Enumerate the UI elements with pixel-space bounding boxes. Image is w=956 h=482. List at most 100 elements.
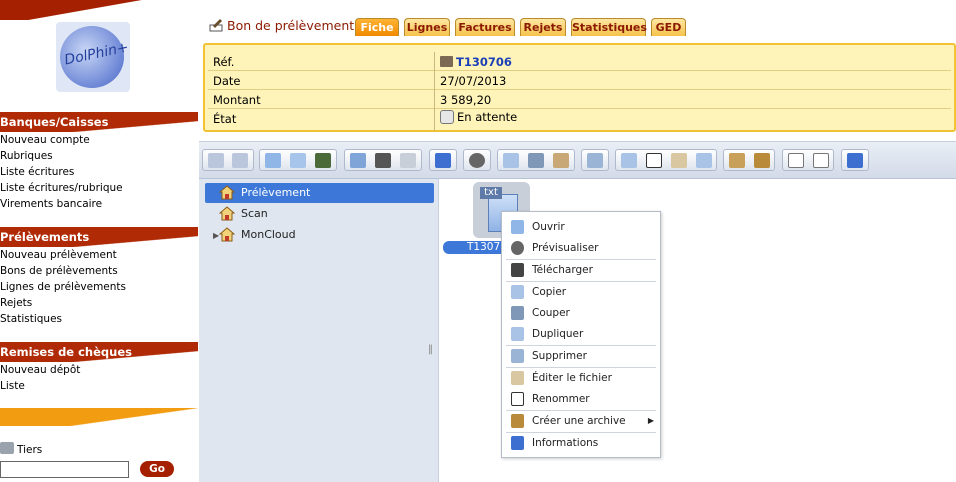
duplicate-icon[interactable] [621, 153, 637, 168]
tree-item-label: MonCloud [241, 228, 296, 241]
document-pen-icon [208, 18, 224, 32]
ctx-label: Copier [532, 286, 567, 298]
forward-icon[interactable] [232, 153, 248, 168]
etat-label: État [213, 112, 237, 126]
open-icon[interactable] [350, 153, 366, 168]
menu-virements-bancaire[interactable]: Virements bancaire [0, 198, 102, 210]
ctx-open[interactable]: Ouvrir [502, 217, 660, 237]
menu-statistiques[interactable]: Statistiques [0, 313, 62, 325]
edit-file-icon[interactable] [671, 153, 687, 168]
section-remises-cheques: Remises de chèques [0, 342, 198, 362]
montant-value: 3 589,20 [440, 93, 492, 107]
ctx-duplicate[interactable]: Dupliquer [502, 324, 660, 344]
toolbar-group-info [429, 149, 457, 171]
tiers-label-text: Tiers [17, 444, 43, 456]
tab-rejets[interactable]: Rejets [520, 18, 566, 36]
create-archive-icon [511, 414, 524, 428]
help-icon[interactable] [847, 153, 863, 168]
cut-icon[interactable] [528, 153, 544, 168]
preview-eye-icon [511, 241, 524, 255]
folder-tree: Prélèvement Scan ▶ MonCloud ‖ [199, 179, 439, 482]
menu-liste-ecritures[interactable]: Liste écritures [0, 166, 74, 178]
go-button[interactable]: Go [140, 461, 174, 477]
etat-value: En attente [457, 110, 518, 124]
date-value: 27/07/2013 [440, 74, 507, 88]
row-etat: État En attente [208, 109, 951, 131]
resize-icon[interactable] [696, 153, 712, 168]
row-montant: Montant 3 589,20 [208, 90, 951, 109]
section-prelevements: Prélèvements [0, 227, 198, 247]
delete-icon[interactable] [587, 153, 603, 168]
tab-fiche[interactable]: Fiche [355, 18, 399, 36]
new-folder-icon[interactable] [265, 153, 281, 168]
splitter-handle[interactable]: ‖ [428, 344, 433, 355]
app-logo[interactable]: DolPhin+ [56, 22, 130, 92]
status-pending-icon [440, 110, 454, 124]
menu-liste-ecritures-rubrique[interactable]: Liste écritures/rubrique [0, 182, 123, 194]
paste-icon[interactable] [553, 153, 569, 168]
ctx-informations[interactable]: Informations [502, 433, 660, 453]
sort-icon[interactable] [813, 153, 829, 168]
info-icon [511, 436, 524, 450]
preview-eye-icon[interactable] [469, 153, 485, 168]
tree-item-prelevement[interactable]: Prélèvement [205, 183, 434, 203]
ctx-cut[interactable]: Couper [502, 303, 660, 323]
section-banques-caisses: Banques/Caisses [0, 112, 198, 132]
back-icon[interactable] [208, 153, 224, 168]
info-icon[interactable] [435, 153, 451, 168]
menu-nouveau-depot[interactable]: Nouveau dépôt [0, 364, 80, 376]
icons-view-icon[interactable] [788, 153, 804, 168]
ctx-rename[interactable]: Renommer [502, 389, 660, 409]
create-archive-icon[interactable] [754, 153, 770, 168]
tiers-search-input[interactable] [0, 461, 129, 478]
row-separator [434, 109, 435, 131]
new-file-icon[interactable] [290, 153, 306, 168]
copy-icon[interactable] [503, 153, 519, 168]
tiers-icon [0, 442, 14, 454]
page-title: Bon de prélèvement [208, 18, 354, 33]
upload-icon[interactable] [315, 153, 331, 168]
tree-item-label: Scan [241, 207, 268, 220]
select-icon[interactable] [400, 153, 416, 168]
home-folder-icon [219, 206, 235, 221]
row-date: Date 27/07/2013 [208, 71, 951, 90]
date-label: Date [213, 74, 241, 88]
ctx-create-archive[interactable]: Créer une archive ▶ [502, 411, 660, 431]
rename-icon[interactable] [646, 153, 662, 168]
ctx-download[interactable]: Télécharger [502, 260, 660, 280]
menu-nouveau-prelevement[interactable]: Nouveau prélèvement [0, 249, 117, 261]
ctx-label: Renommer [532, 393, 590, 405]
menu-rejets[interactable]: Rejets [0, 297, 32, 309]
ctx-label: Éditer le fichier [532, 372, 612, 384]
tree-item-moncloud[interactable]: ▶ MonCloud [205, 225, 434, 245]
menu-lignes-prelevements[interactable]: Lignes de prélèvements [0, 281, 126, 293]
tab-statistiques[interactable]: Statistiques [571, 18, 647, 36]
tree-item-scan[interactable]: Scan [205, 204, 434, 224]
menu-bons-prelevements[interactable]: Bons de prélèvements [0, 265, 118, 277]
ctx-label: Supprimer [532, 350, 587, 362]
ctx-preview[interactable]: Prévisualiser [502, 238, 660, 258]
record-info-table: Réf. T130706 Date 27/07/2013 Montant 3 5… [203, 43, 956, 132]
menu-nouveau-compte[interactable]: Nouveau compte [0, 134, 90, 146]
delete-icon [511, 349, 524, 363]
tab-lignes[interactable]: Lignes [404, 18, 450, 36]
duplicate-icon [511, 327, 524, 341]
download-icon [511, 263, 524, 277]
row-separator [434, 52, 435, 71]
tab-factures[interactable]: Factures [455, 18, 515, 36]
page-title-text: Bon de prélèvement [227, 18, 355, 33]
home-folder-icon [219, 185, 235, 200]
download-icon[interactable] [375, 153, 391, 168]
extract-archive-icon[interactable] [729, 153, 745, 168]
file-type-badge: txt [480, 187, 502, 199]
menu-rubriques[interactable]: Rubriques [0, 150, 53, 162]
open-icon [511, 220, 524, 234]
ctx-delete[interactable]: Supprimer [502, 346, 660, 366]
ref-link[interactable]: T130706 [456, 55, 512, 69]
menu-liste[interactable]: Liste [0, 380, 25, 392]
tree-item-label: Prélèvement [241, 186, 311, 199]
ctx-copy[interactable]: Copier [502, 282, 660, 302]
ctx-edit-file[interactable]: Éditer le fichier [502, 368, 660, 388]
cut-icon [511, 306, 524, 320]
tab-ged[interactable]: GED [651, 18, 686, 36]
